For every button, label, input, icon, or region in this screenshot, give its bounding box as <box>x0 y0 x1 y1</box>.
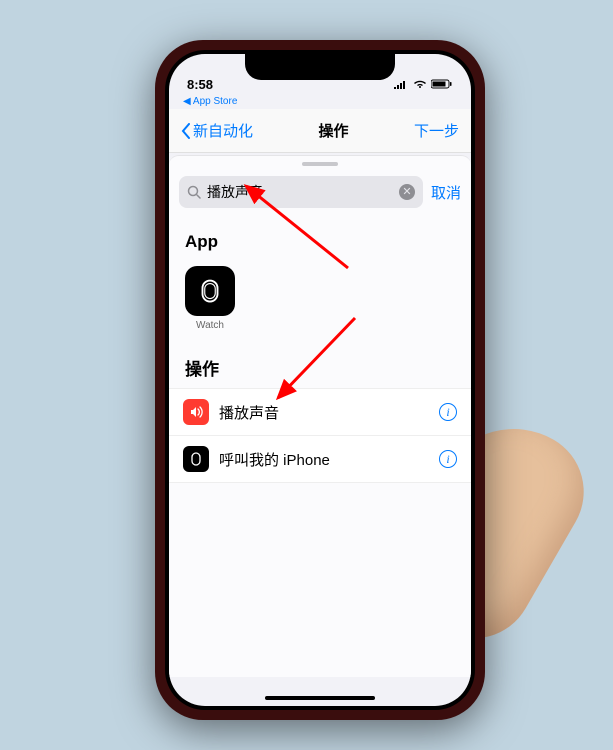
action-row-ping-iphone[interactable]: 呼叫我的 iPhone i <box>169 436 471 483</box>
info-icon[interactable]: i <box>439 450 457 468</box>
nav-bar: 新自动化 操作 下一步 <box>169 109 471 153</box>
action-label: 呼叫我的 iPhone <box>219 449 429 470</box>
info-icon[interactable]: i <box>439 403 457 421</box>
home-indicator[interactable] <box>265 696 375 700</box>
sheet-grabber[interactable] <box>302 162 338 166</box>
wifi-icon <box>413 77 427 92</box>
nav-next-button[interactable]: 下一步 <box>414 120 459 141</box>
phone-screen: 8:58 ◀ App Store 新自动化 <box>169 54 471 706</box>
status-time: 8:58 <box>187 77 213 92</box>
search-input[interactable] <box>207 184 393 200</box>
nav-title: 操作 <box>318 120 348 141</box>
phone-device: 8:58 ◀ App Store 新自动化 <box>155 40 485 720</box>
app-label: Watch <box>196 320 224 331</box>
signal-icon <box>393 77 409 92</box>
section-header-app: App <box>169 218 471 260</box>
breadcrumb-back[interactable]: ◀ App Store <box>169 94 471 109</box>
section-header-actions: 操作 <box>169 341 471 388</box>
chevron-left-icon <box>181 123 191 139</box>
search-box[interactable]: ✕ <box>179 176 423 208</box>
search-cancel[interactable]: 取消 <box>431 182 461 203</box>
sheet: ✕ 取消 App Watch 操作 <box>169 155 471 677</box>
speaker-icon <box>183 399 209 425</box>
search-icon <box>187 185 201 199</box>
app-item-watch[interactable]: Watch <box>185 266 235 331</box>
notch <box>245 54 395 80</box>
action-label: 播放声音 <box>219 402 429 423</box>
clear-icon[interactable]: ✕ <box>399 184 415 200</box>
watch-icon <box>183 446 209 472</box>
watch-app-icon <box>185 266 235 316</box>
nav-back-label: 新自动化 <box>193 120 253 141</box>
battery-icon <box>431 77 453 92</box>
nav-back-button[interactable]: 新自动化 <box>181 120 253 141</box>
action-row-play-sound[interactable]: 播放声音 i <box>169 389 471 436</box>
